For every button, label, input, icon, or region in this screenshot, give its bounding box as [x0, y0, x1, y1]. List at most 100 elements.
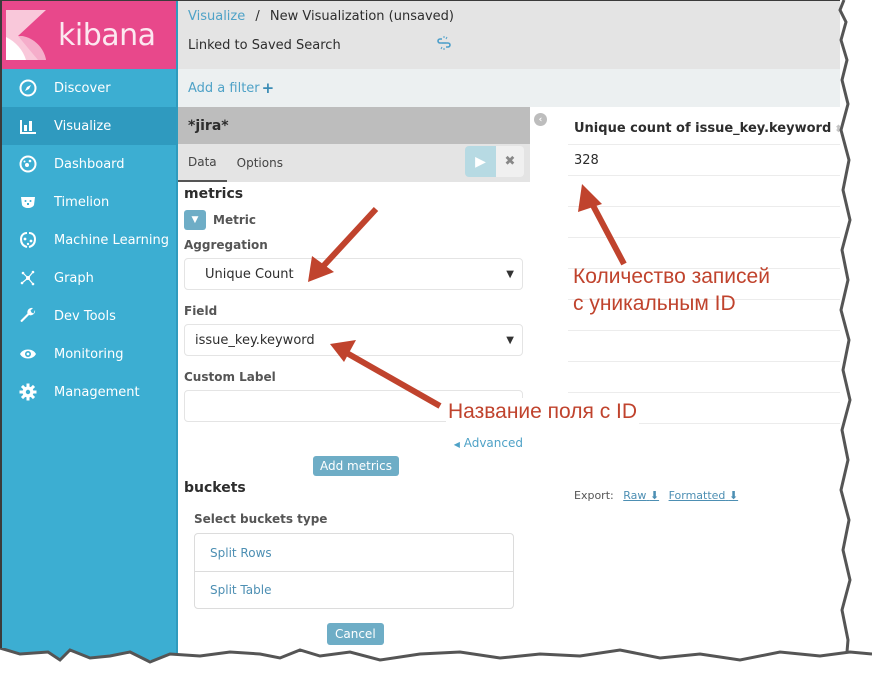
- aggregation-label: Aggregation: [184, 238, 268, 252]
- timelion-bear-icon: [2, 193, 54, 211]
- export-raw-label: Raw: [623, 489, 647, 502]
- sidebar-item-label: Dev Tools: [54, 308, 116, 324]
- sidebar-item-visualize[interactable]: Visualize: [2, 107, 178, 145]
- field-select-value: issue_key.keyword: [195, 332, 315, 348]
- unlink-icon[interactable]: [436, 36, 451, 54]
- dashboard-gauge-icon: [2, 155, 54, 173]
- aggregation-select[interactable]: Unique Count ▼: [184, 258, 523, 290]
- select-buckets-label: Select buckets type: [194, 512, 328, 526]
- sidebar: kibana Discover Visualize Dashboard Time…: [2, 1, 178, 660]
- table-cell: [568, 175, 840, 207]
- export-formatted-link[interactable]: Formatted ⬇: [669, 489, 739, 502]
- field-label: Field: [184, 304, 218, 318]
- add-metrics-button[interactable]: Add metrics: [313, 456, 399, 476]
- field-select[interactable]: issue_key.keyword ▼: [184, 324, 523, 356]
- bucket-type-selector: Select buckets type Split Rows Split Tab…: [194, 512, 524, 609]
- sidebar-item-label: Monitoring: [54, 346, 124, 362]
- sidebar-item-machine-learning[interactable]: Machine Learning: [2, 221, 178, 259]
- export-formatted-label: Formatted: [668, 489, 726, 502]
- caret-left-icon: ◀: [453, 440, 460, 449]
- sidebar-item-discover[interactable]: Discover: [2, 69, 178, 107]
- table-cell: [568, 361, 840, 393]
- torn-edge-right: [838, 0, 872, 688]
- graph-network-icon: [2, 269, 54, 287]
- annotation-count-note: Количество записей с уникальным ID: [573, 263, 770, 317]
- linked-search-info: Linked to Saved Search: [188, 36, 830, 54]
- advanced-toggle-link[interactable]: ◀ Advanced: [184, 436, 523, 450]
- sidebar-item-graph[interactable]: Graph: [2, 259, 178, 297]
- dropdown-arrow-icon: ▼: [506, 334, 514, 346]
- apply-changes-button[interactable]: ▶: [465, 146, 496, 177]
- brand-name: kibana: [58, 17, 156, 53]
- download-icon: ⬇: [728, 489, 739, 502]
- sidebar-item-dashboard[interactable]: Dashboard: [2, 145, 178, 183]
- machine-learning-icon: [2, 231, 54, 249]
- sidebar-item-dev-tools[interactable]: Dev Tools: [2, 297, 178, 335]
- sidebar-item-monitoring[interactable]: Monitoring: [2, 335, 178, 373]
- wrench-icon: [2, 307, 54, 325]
- export-raw-link[interactable]: Raw ⬇: [623, 489, 659, 502]
- download-icon: ⬇: [649, 489, 660, 502]
- discard-changes-button[interactable]: ✖: [496, 146, 524, 177]
- index-pattern-title: *jira*: [178, 107, 530, 144]
- sidebar-item-management[interactable]: Management: [2, 373, 178, 411]
- table-row: [568, 206, 840, 238]
- add-filter-link[interactable]: Add a filter: [188, 81, 260, 96]
- sidebar-item-label: Machine Learning: [54, 232, 169, 248]
- bucket-type-split-rows[interactable]: Split Rows: [195, 534, 513, 571]
- visualization-editor-sidebar: *jira* Data Options ▶ ✖ metrics ▼ Metric…: [178, 107, 530, 660]
- metric-toggle-label: Metric: [213, 213, 256, 227]
- advanced-label: Advanced: [463, 436, 523, 450]
- bucket-type-list: Split Rows Split Table: [194, 533, 514, 609]
- sidebar-item-label: Visualize: [54, 118, 112, 134]
- brand-header[interactable]: kibana: [2, 1, 178, 69]
- table-header-row: Unique count of issue_key.keyword⬍: [568, 107, 840, 145]
- main-content: Visualize / New Visualization (unsaved) …: [178, 1, 840, 660]
- export-bar: Export: Raw ⬇ Formatted ⬇: [574, 489, 738, 502]
- metric-toggle[interactable]: ▼ Metric: [184, 210, 524, 230]
- compass-icon: [2, 79, 54, 97]
- kibana-window: kibana Discover Visualize Dashboard Time…: [0, 0, 840, 660]
- chevron-down-icon[interactable]: ▼: [184, 210, 206, 230]
- filter-bar: Add a filter +: [178, 69, 840, 107]
- table-cell: [568, 206, 840, 238]
- linked-search-text: Linked to Saved Search: [188, 37, 341, 53]
- annotation-field-note: Название поля с ID: [446, 398, 640, 425]
- sidebar-item-label: Timelion: [54, 194, 110, 210]
- metrics-section-title: metrics: [184, 186, 244, 202]
- breadcrumb: Visualize / New Visualization (unsaved): [188, 9, 830, 24]
- close-icon: ✖: [504, 154, 516, 169]
- breadcrumb-separator: /: [255, 9, 260, 24]
- custom-label-label: Custom Label: [184, 370, 276, 384]
- bucket-type-split-table[interactable]: Split Table: [195, 571, 513, 608]
- cancel-button[interactable]: Cancel: [327, 623, 384, 645]
- torn-edge-bottom: [0, 648, 872, 688]
- editor-actions: ▶ ✖: [465, 146, 524, 177]
- table-row: [568, 330, 840, 362]
- export-label: Export:: [574, 489, 614, 502]
- tab-data[interactable]: Data: [178, 144, 227, 182]
- kibana-logo-icon: [6, 10, 46, 60]
- plus-icon[interactable]: +: [262, 79, 275, 97]
- sidebar-item-label: Dashboard: [54, 156, 125, 172]
- dropdown-arrow-icon: ▼: [506, 268, 514, 280]
- table-row: 328: [568, 144, 840, 176]
- breadcrumb-current: New Visualization (unsaved): [269, 9, 454, 24]
- aggregation-select-value: Unique Count: [205, 266, 294, 282]
- editor-tabs: Data Options ▶ ✖: [178, 144, 530, 182]
- column-header-unique-count[interactable]: Unique count of issue_key.keyword⬍: [568, 107, 840, 145]
- column-header-label: Unique count of issue_key.keyword: [574, 121, 832, 136]
- play-icon: ▶: [475, 153, 486, 170]
- chevron-left-icon: ‹: [538, 114, 543, 125]
- top-nav: Visualize / New Visualization (unsaved) …: [178, 1, 840, 69]
- gear-icon: [2, 383, 54, 401]
- sidebar-item-timelion[interactable]: Timelion: [2, 183, 178, 221]
- breadcrumb-visualize-link[interactable]: Visualize: [188, 9, 245, 24]
- sidebar-item-label: Discover: [54, 80, 111, 96]
- collapse-sidebar-button[interactable]: ‹: [534, 113, 547, 126]
- sidebar-item-label: Graph: [54, 270, 94, 286]
- tab-options[interactable]: Options: [227, 144, 293, 182]
- buckets-section-title: buckets: [184, 480, 246, 496]
- eye-icon: [2, 345, 54, 363]
- table-cell: [568, 330, 840, 362]
